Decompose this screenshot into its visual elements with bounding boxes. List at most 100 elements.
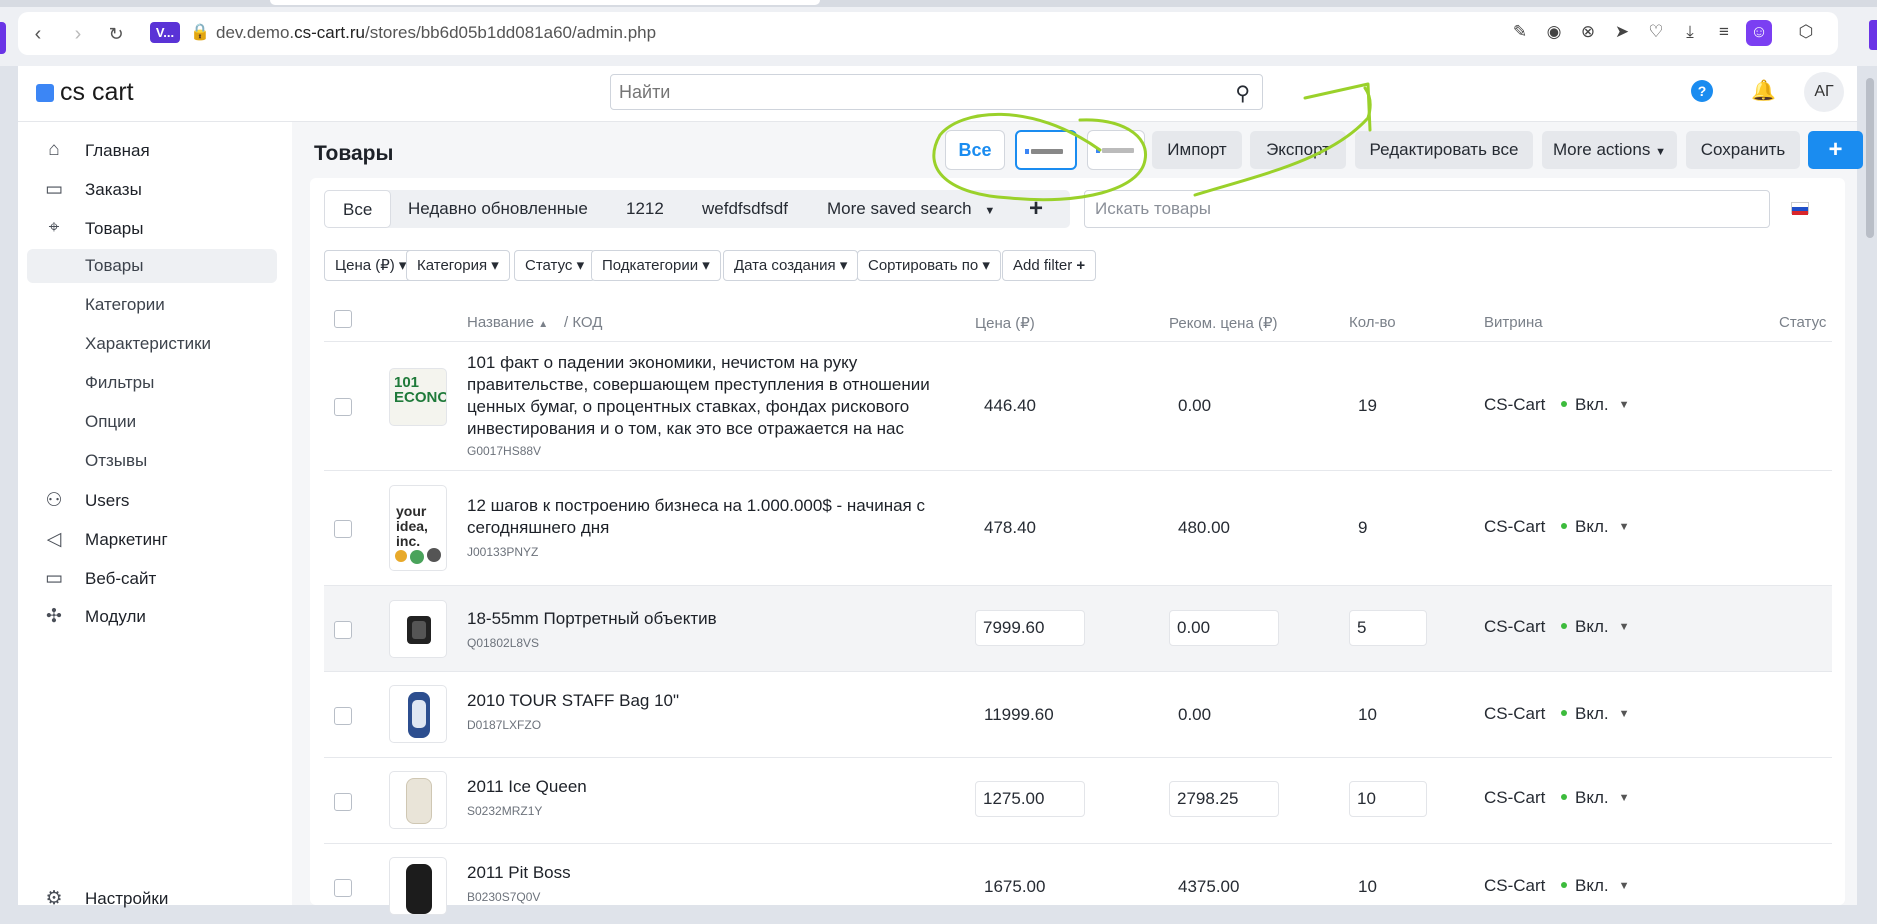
sidebar-item-modules[interactable]: ✣ Модули — [18, 600, 292, 634]
global-search[interactable]: ⚲ — [610, 74, 1263, 110]
price-value[interactable]: 1675.00 — [984, 877, 1045, 897]
help-icon[interactable]: ? — [1691, 80, 1713, 102]
sidebar-item-categories[interactable]: Категории — [18, 288, 292, 322]
camera-icon[interactable]: ◉ — [1542, 20, 1566, 44]
send-icon[interactable]: ➤ — [1610, 20, 1634, 44]
logo[interactable]: cs cart — [36, 78, 134, 107]
list-price-input[interactable]: 2798.25 — [1169, 781, 1279, 817]
quantity-input[interactable]: 10 — [1349, 781, 1427, 817]
status-dropdown[interactable]: Вкл. ▼ — [1561, 517, 1630, 537]
column-price[interactable]: Цена (₽) — [975, 314, 1035, 332]
quantity-value[interactable]: 10 — [1358, 705, 1377, 725]
avatar[interactable]: АГ — [1804, 72, 1844, 112]
reload-icon[interactable]: ↻ — [104, 22, 128, 46]
search-input[interactable] — [611, 75, 1201, 109]
scrollbar[interactable] — [1866, 78, 1874, 238]
table-row[interactable]: your idea, inc. 12 шагов к построению би… — [324, 471, 1832, 586]
product-name[interactable]: 12 шагов к построению бизнеса на 1.000.0… — [467, 495, 947, 539]
active-tab[interactable] — [270, 0, 820, 5]
download-icon[interactable]: ⤓ — [1678, 20, 1702, 44]
sidebar-item-options[interactable]: Опции — [18, 405, 292, 439]
status-dropdown[interactable]: Вкл. ▼ — [1561, 395, 1630, 415]
column-quantity[interactable]: Кол-во — [1349, 314, 1396, 331]
status-dropdown[interactable]: Вкл. ▼ — [1561, 788, 1630, 808]
status-dropdown[interactable]: Вкл. ▼ — [1561, 704, 1630, 724]
list-price-input[interactable]: 0.00 — [1169, 610, 1279, 646]
column-code[interactable]: / КОД — [564, 314, 602, 331]
quantity-input[interactable]: 5 — [1349, 610, 1427, 646]
site-badge[interactable]: V... — [150, 22, 180, 43]
more-saved-search-dropdown[interactable]: More saved search ▼ — [827, 190, 995, 228]
filter-subcategories[interactable]: Подкатегории ▾ — [591, 250, 721, 281]
product-name[interactable]: 2010 TOUR STAFF Bag 10" — [467, 690, 679, 712]
russian-flag-icon[interactable] — [1791, 202, 1809, 215]
quantity-value[interactable]: 19 — [1358, 396, 1377, 416]
select-all-checkbox[interactable] — [334, 310, 352, 328]
sidebar-item-reviews[interactable]: Отзывы — [18, 444, 292, 478]
list-price-value[interactable]: 0.00 — [1178, 705, 1211, 725]
lock-icon[interactable]: 🔒 — [190, 22, 210, 42]
column-list-price[interactable]: Реком. цена (₽) — [1169, 314, 1278, 332]
list-price-value[interactable]: 0.00 — [1178, 396, 1211, 416]
table-row[interactable]: 101 ECONOMICS 101 факт о падении экономи… — [324, 342, 1832, 471]
add-product-button[interactable]: + — [1808, 131, 1863, 169]
add-saved-search-button[interactable]: + — [1029, 190, 1043, 228]
sidebar-item-home[interactable]: ⌂ Главная — [18, 134, 292, 168]
status-dropdown[interactable]: Вкл. ▼ — [1561, 617, 1630, 637]
saved-search-tab-all[interactable]: Все — [324, 190, 392, 228]
sidebar-toggle[interactable] — [1869, 20, 1877, 50]
product-thumbnail[interactable] — [389, 685, 447, 743]
sidebar-item-website[interactable]: ▭ Веб-сайт — [18, 562, 292, 596]
product-name[interactable]: 2011 Pit Boss — [467, 862, 571, 884]
saved-search-tab-wefdfsdfsdf[interactable]: wefdfsdfsdf — [702, 190, 788, 228]
row-checkbox[interactable] — [334, 793, 352, 811]
address-bar[interactable]: ‹ › ↻ V... 🔒 dev.demo.cs-cart.ru/stores/… — [18, 12, 1838, 55]
forward-icon[interactable]: › — [66, 22, 90, 46]
row-checkbox[interactable] — [334, 707, 352, 725]
back-icon[interactable]: ‹ — [26, 22, 50, 46]
saved-search-tab-1212[interactable]: 1212 — [626, 190, 664, 228]
shield-icon[interactable]: ⊗ — [1576, 20, 1600, 44]
table-row[interactable]: 2010 TOUR STAFF Bag 10" D0187LXFZO 11999… — [324, 672, 1832, 758]
row-checkbox[interactable] — [334, 398, 352, 416]
column-status[interactable]: Статус — [1779, 314, 1826, 331]
sidebar-item-products-list[interactable]: Товары — [27, 249, 277, 283]
product-thumbnail[interactable]: 101 ECONOMICS — [389, 368, 447, 426]
export-button[interactable]: Экспорт — [1250, 131, 1346, 169]
search-icon[interactable]: ⚲ — [1235, 81, 1250, 106]
filter-created-date[interactable]: Дата создания ▾ — [723, 250, 859, 281]
extension-icon[interactable]: ⬡ — [1794, 20, 1818, 44]
table-row[interactable]: 18-55mm Портретный объектив Q01802L8VS 7… — [324, 586, 1832, 672]
row-checkbox[interactable] — [334, 520, 352, 538]
filter-sort-by[interactable]: Сортировать по ▾ — [857, 250, 1001, 281]
sidebar-item-marketing[interactable]: ◁ Маркетинг — [18, 523, 292, 557]
price-input[interactable]: 7999.60 — [975, 610, 1085, 646]
import-button[interactable]: Импорт — [1152, 131, 1242, 169]
product-thumbnail[interactable] — [389, 857, 447, 915]
add-filter-button[interactable]: Add filter + — [1002, 250, 1097, 281]
heart-icon[interactable]: ♡ — [1644, 20, 1668, 44]
view-storefront-1-button[interactable] — [1015, 130, 1077, 170]
more-actions-button[interactable]: More actions ▼ — [1542, 131, 1677, 169]
price-value[interactable]: 446.40 — [984, 396, 1036, 416]
row-checkbox[interactable] — [334, 621, 352, 639]
bell-icon[interactable]: 🔔 — [1751, 78, 1776, 103]
price-value[interactable]: 11999.60 — [984, 705, 1054, 725]
save-button[interactable]: Сохранить — [1686, 131, 1800, 169]
filter-category[interactable]: Категория ▾ — [406, 250, 510, 281]
quantity-value[interactable]: 10 — [1358, 877, 1377, 897]
sidebar-item-orders[interactable]: ▭ Заказы — [18, 173, 292, 207]
product-name[interactable]: 18-55mm Портретный объектив — [467, 608, 717, 630]
table-row[interactable]: 2011 Pit Boss B0230S7Q0V 1675.00 4375.00… — [324, 844, 1832, 924]
edit-all-button[interactable]: Редактировать все — [1355, 131, 1533, 169]
table-row[interactable]: 2011 Ice Queen S0232MRZ1Y 1275.00 2798.2… — [324, 758, 1832, 844]
sidebar-item-products[interactable]: ⌖ Товары — [18, 212, 292, 246]
filter-status[interactable]: Статус ▾ — [514, 250, 596, 281]
filter-price[interactable]: Цена (₽) ▾ — [324, 250, 418, 281]
menu-icon[interactable]: ≡ — [1712, 20, 1736, 44]
product-name[interactable]: 2011 Ice Queen — [467, 776, 587, 798]
status-dropdown[interactable]: Вкл. ▼ — [1561, 876, 1630, 896]
product-thumbnail[interactable] — [389, 600, 447, 658]
sidebar-item-features[interactable]: Характеристики — [18, 327, 292, 361]
view-storefront-2-button[interactable] — [1087, 130, 1145, 170]
